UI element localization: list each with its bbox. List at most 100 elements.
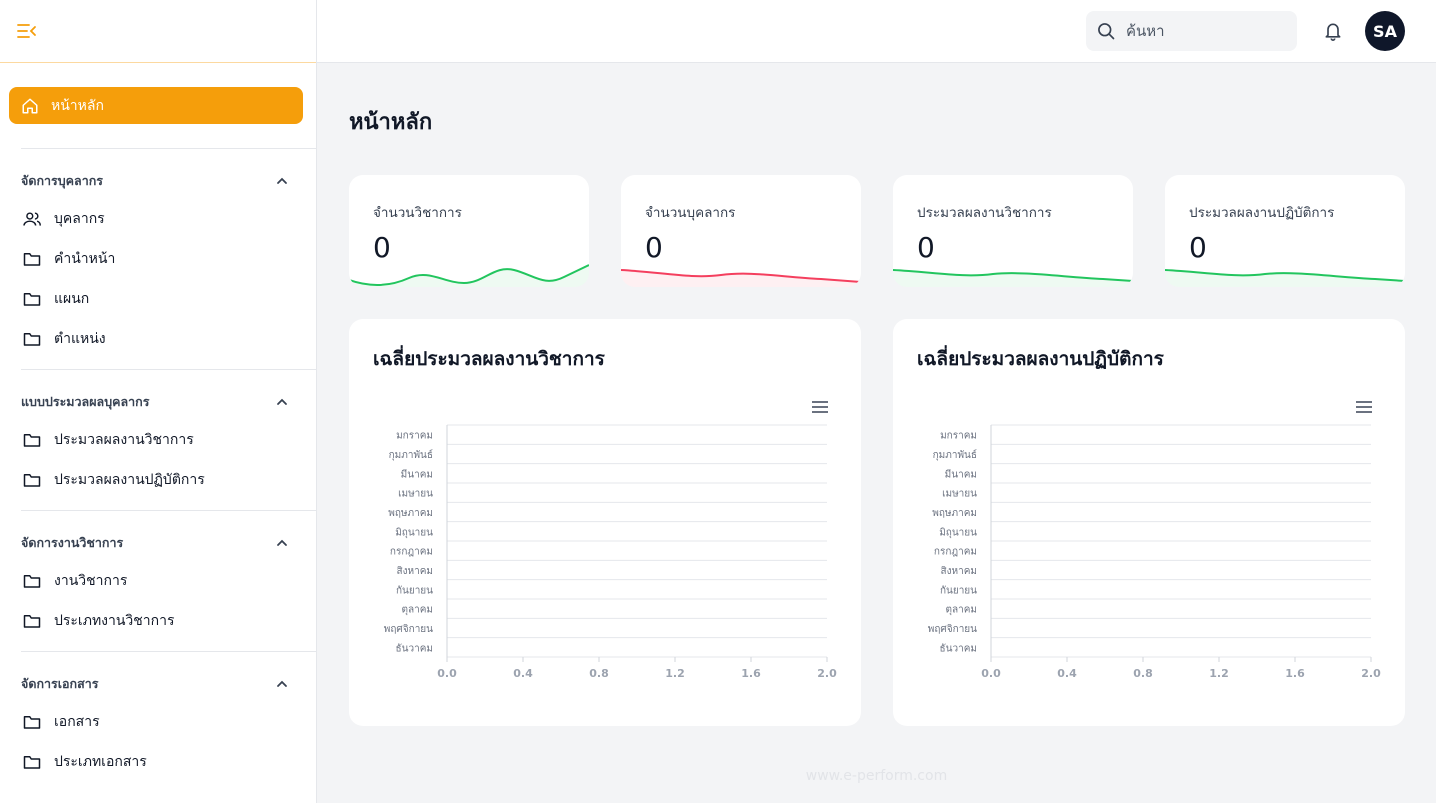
sidebar-section: จัดการงานวิชาการงานวิชาการประเภทงานวิชาก… xyxy=(9,511,303,651)
sidebar-section: แบบประมวลผลบุคลากรประมวลผลงานวิชาการประม… xyxy=(9,370,303,510)
chevron-up-icon[interactable] xyxy=(275,395,289,409)
search-input[interactable] xyxy=(1126,22,1286,40)
sidebar-item[interactable]: ประเภทงานวิชาการ xyxy=(9,601,303,641)
home-icon xyxy=(22,98,38,113)
sidebar-item-label: ประมวลผลงานวิชาการ xyxy=(54,432,194,448)
y-tick-label: ตุลาคม xyxy=(401,605,433,616)
sidebar-header xyxy=(0,0,316,63)
y-tick-label: กุมภาพันธ์ xyxy=(389,449,433,461)
sidebar-nav: หน้าหลัก จัดการบุคลากรบุคลากรคำนำหน้าแผน… xyxy=(0,63,316,792)
footer-text: www.e-perform.com xyxy=(805,768,948,784)
chevron-up-icon[interactable] xyxy=(275,536,289,550)
sidebar-section-header[interactable]: จัดการบุคลากร xyxy=(9,169,303,193)
folder-icon xyxy=(23,474,41,487)
sidebar-item[interactable]: ตำแหน่ง xyxy=(9,319,303,359)
stat-card: ประมวลผลงานวิชาการ 0 xyxy=(893,175,1133,287)
x-tick-label: 1.6 xyxy=(741,667,761,680)
sidebar-section-title: จัดการบุคลากร xyxy=(21,173,104,188)
y-tick-label: กรกฎาคม xyxy=(934,547,977,558)
avatar[interactable]: SA xyxy=(1365,11,1405,51)
chart-panel-operational: เฉลี่ยประมวลผลงานปฏิบัติการ มกราคม กุมภาพ… xyxy=(893,319,1405,726)
y-tick-label: พฤษภาคม xyxy=(932,508,977,519)
sidebar-item[interactable]: ประมวลผลงานปฏิบัติการ xyxy=(9,460,303,500)
x-tick-label: 0.0 xyxy=(981,667,1001,680)
x-tick-label: 2.0 xyxy=(1361,667,1381,680)
folder-icon xyxy=(23,756,41,769)
y-tick-label: เมษายน xyxy=(398,489,433,500)
sidebar-item[interactable]: ประมวลผลงานวิชาการ xyxy=(9,420,303,460)
sidebar-section-header[interactable]: จัดการเอกสาร xyxy=(9,672,303,696)
y-tick-label: มีนาคม xyxy=(945,468,977,480)
sidebar-item-label: ประเภทเอกสาร xyxy=(54,754,147,770)
y-tick-label: พฤษภาคม xyxy=(388,508,433,519)
y-tick-label: กันยายน xyxy=(396,585,433,596)
x-tick-label: 1.2 xyxy=(665,667,685,680)
folder-icon xyxy=(23,716,41,729)
x-tick-label: 0.8 xyxy=(1133,667,1153,680)
y-tick-label: มกราคม xyxy=(396,431,433,442)
y-tick-label: กันยายน xyxy=(940,585,977,596)
sidebar-item[interactable]: บุคลากร xyxy=(9,199,303,239)
x-tick-label: 0.4 xyxy=(513,667,533,680)
notification-bell-icon[interactable] xyxy=(1323,20,1343,42)
chevron-up-icon[interactable] xyxy=(275,174,289,188)
sidebar: หน้าหลัก จัดการบุคลากรบุคลากรคำนำหน้าแผน… xyxy=(0,0,317,803)
sidebar-item-label: งานวิชาการ xyxy=(54,573,128,589)
sidebar-item[interactable]: แผนก xyxy=(9,279,303,319)
sidebar-item-label: ประมวลผลงานปฏิบัติการ xyxy=(54,472,205,488)
x-tick-label: 0.0 xyxy=(437,667,457,680)
folder-icon xyxy=(23,615,41,628)
stat-card: ประมวลผลงานปฏิบัติการ 0 xyxy=(1165,175,1405,287)
sidebar-item-label: ตำแหน่ง xyxy=(54,331,106,347)
y-tick-label: กรกฎาคม xyxy=(390,547,433,558)
search-box[interactable] xyxy=(1086,11,1297,51)
sidebar-item-label: หน้าหลัก xyxy=(51,97,104,114)
sidebar-item[interactable]: เอกสาร xyxy=(9,702,303,742)
y-tick-label: ธันวาคม xyxy=(396,643,433,654)
sparkline xyxy=(349,264,589,287)
x-tick-label: 2.0 xyxy=(817,667,837,680)
x-tick-label: 1.2 xyxy=(1209,667,1229,680)
folder-icon xyxy=(23,434,41,447)
bar-chart: มกราคมกุมภาพันธ์มีนาคมเมษายนพฤษภาคมมิถุน… xyxy=(928,424,1381,680)
sidebar-section-title: จัดการเอกสาร xyxy=(21,676,99,691)
y-tick-label: มิถุนายน xyxy=(939,527,977,538)
sidebar-item-label: บุคลากร xyxy=(54,211,105,227)
sidebar-section: จัดการเอกสารเอกสารประเภทเอกสาร xyxy=(9,652,303,792)
chevron-up-icon[interactable] xyxy=(275,677,289,691)
y-tick-label: ตุลาคม xyxy=(945,605,977,616)
sidebar-item-label: ประเภทงานวิชาการ xyxy=(54,613,175,629)
bar-chart: มกราคมกุมภาพันธ์มีนาคมเมษายนพฤษภาคมมิถุน… xyxy=(384,424,837,680)
y-tick-label: มีนาคม xyxy=(401,468,433,480)
y-tick-label: พฤศจิกายน xyxy=(928,624,977,635)
sidebar-item-label: แผนก xyxy=(54,291,90,307)
sidebar-section-header[interactable]: แบบประมวลผลบุคลากร xyxy=(9,390,303,414)
sparkline xyxy=(621,269,861,287)
stat-card: จำนวนวิชาการ 0 xyxy=(349,175,589,287)
sidebar-section-title: แบบประมวลผลบุคลากร xyxy=(21,394,150,409)
y-tick-label: สิงหาคม xyxy=(941,566,977,577)
sidebar-item-home[interactable]: หน้าหลัก xyxy=(9,87,303,124)
y-tick-label: เมษายน xyxy=(942,489,977,500)
y-tick-label: พฤศจิกายน xyxy=(384,624,433,635)
sidebar-item[interactable]: คำนำหน้า xyxy=(9,239,303,279)
sidebar-section-header[interactable]: จัดการงานวิชาการ xyxy=(9,531,303,555)
menu-collapse-icon[interactable] xyxy=(16,20,38,42)
y-tick-label: กุมภาพันธ์ xyxy=(933,449,977,461)
y-tick-label: มกราคม xyxy=(940,431,977,442)
stat-card: จำนวนบุคลากร 0 xyxy=(621,175,861,287)
sparkline xyxy=(893,269,1133,287)
sidebar-item-label: คำนำหน้า xyxy=(54,251,116,267)
page-title: หน้าหลัก xyxy=(349,110,433,135)
y-tick-label: สิงหาคม xyxy=(397,566,433,577)
sparkline xyxy=(1165,269,1405,287)
x-tick-label: 1.6 xyxy=(1285,667,1305,680)
x-tick-label: 0.8 xyxy=(589,667,609,680)
search-icon xyxy=(1098,23,1115,40)
y-tick-label: ธันวาคม xyxy=(940,643,977,654)
users-icon xyxy=(23,212,41,226)
sidebar-item[interactable]: ประเภทเอกสาร xyxy=(9,742,303,782)
chart-panel-academic: เฉลี่ยประมวลผลงานวิชาการ มกราคม กุมภาพันธ… xyxy=(349,319,861,726)
sidebar-item[interactable]: งานวิชาการ xyxy=(9,561,303,601)
folder-icon xyxy=(23,575,41,588)
